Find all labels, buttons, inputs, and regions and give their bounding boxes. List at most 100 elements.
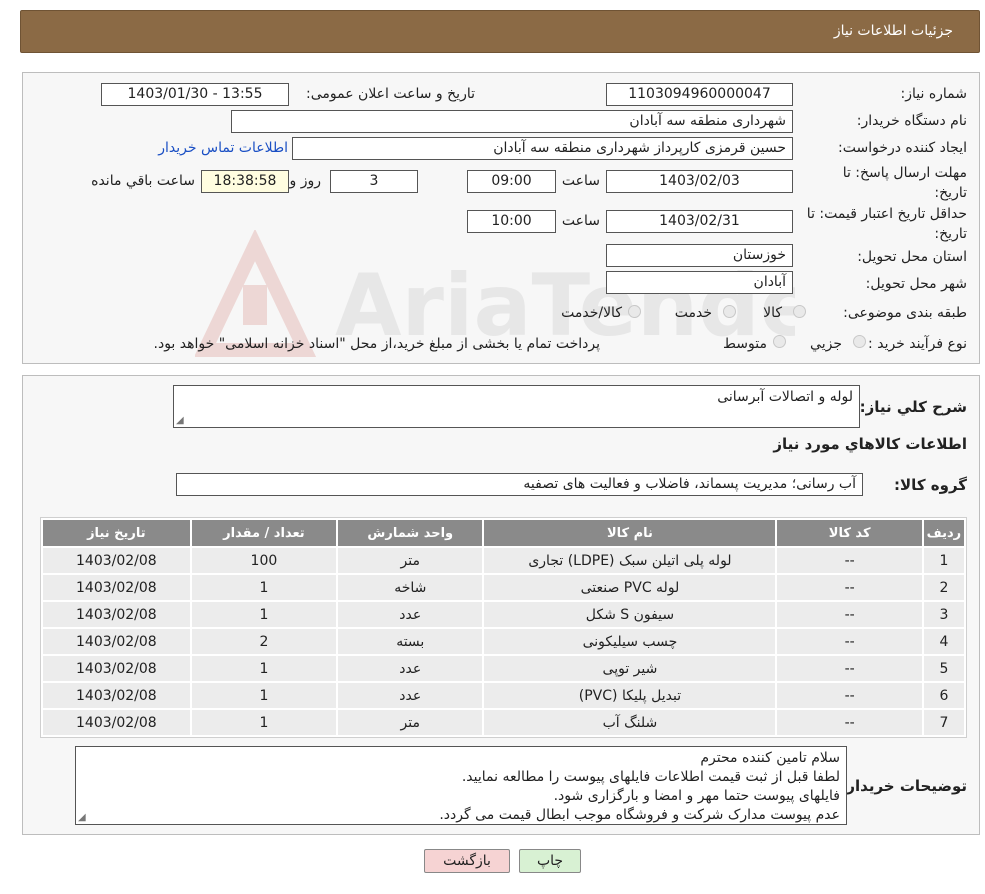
row-index: 3	[923, 602, 964, 627]
table-row: 3 -- سیفون S شکل عدد 1 1403/02/08	[43, 602, 964, 627]
item-unit: عدد	[338, 683, 483, 708]
group-label: گروه كالا:	[894, 476, 967, 494]
general-desc-textarea[interactable]: لوله و اتصالات آبرسانی ◢	[173, 385, 860, 428]
item-name: لوله پلی اتیلن سبک (LDPE) تجاری	[484, 548, 776, 573]
city-label: شهر محل تحویل:	[865, 276, 967, 292]
item-date: 1403/02/08	[43, 629, 190, 654]
item-name: لوله PVC صنعتی	[484, 575, 776, 600]
page-header: جزئیات اطلاعات نیاز	[20, 10, 980, 53]
announce-datetime-field: 1403/01/30 - 13:55	[101, 83, 289, 106]
general-desc-label: شرح كلي نياز:	[859, 398, 967, 416]
table-row: 7 -- شلنگ آب متر 1 1403/02/08	[43, 710, 964, 735]
item-unit: متر	[338, 548, 483, 573]
item-name: شلنگ آب	[484, 710, 776, 735]
item-code: --	[777, 548, 922, 573]
item-date: 1403/02/08	[43, 575, 190, 600]
process-radio-minor[interactable]	[853, 335, 866, 348]
item-code: --	[777, 575, 922, 600]
deadline-label: مهلت ارسال پاسخ: تا تاریخ:	[843, 163, 967, 203]
deadline-time-label: ساعت	[561, 173, 600, 189]
days-remaining-field: 3	[330, 170, 418, 193]
table-header-row: رديف كد كالا نام كالا واحد شمارش تعداد /…	[43, 520, 964, 546]
buyer-org-field: شهرداری منطقه سه آبادان	[231, 110, 793, 133]
buyer-notes-label: توضيحات خريدار:	[840, 777, 967, 795]
print-button[interactable]: چاپ	[519, 849, 581, 873]
item-qty: 1	[191, 656, 337, 681]
resize-grip-icon[interactable]: ◢	[176, 416, 184, 426]
item-date: 1403/02/08	[43, 602, 190, 627]
validity-label: حداقل تاریخ اعتبار قیمت: تا تاریخ:	[807, 204, 967, 244]
item-qty: 2	[191, 629, 337, 654]
item-code: --	[777, 710, 922, 735]
item-unit: عدد	[338, 602, 483, 627]
general-desc-text: لوله و اتصالات آبرسانی	[717, 389, 853, 405]
category-option-goods-service: کالا/خدمت	[561, 305, 622, 321]
item-date: 1403/02/08	[43, 656, 190, 681]
validity-date-field: 1403/02/31	[606, 210, 793, 233]
row-index: 6	[923, 683, 964, 708]
item-unit: شاخه	[338, 575, 483, 600]
days-label: روز و	[289, 173, 322, 189]
buyer-org-label: نام دستگاه خریدار:	[856, 113, 967, 129]
process-note: پرداخت تمام یا بخشی از مبلغ خرید،از محل …	[153, 336, 600, 352]
category-radio-service[interactable]	[723, 305, 736, 318]
province-label: استان محل تحویل:	[857, 249, 967, 265]
row-index: 1	[923, 548, 964, 573]
back-button[interactable]: بازگشت	[424, 849, 510, 873]
item-name: سیفون S شکل	[484, 602, 776, 627]
item-date: 1403/02/08	[43, 548, 190, 573]
validity-label-line2: تاریخ:	[934, 226, 967, 242]
buyer-notes-line: سلام تامین کننده محترم	[700, 750, 840, 766]
item-code: --	[777, 629, 922, 654]
item-date: 1403/02/08	[43, 710, 190, 735]
remaining-time-label: ساعت باقي مانده	[91, 173, 195, 189]
table-row: 1 -- لوله پلی اتیلن سبک (LDPE) تجاری متر…	[43, 548, 964, 573]
page-title: جزئیات اطلاعات نیاز	[833, 23, 953, 39]
resize-grip-icon[interactable]: ◢	[78, 813, 86, 823]
items-info-title: اطلاعات كالاهاي مورد نياز	[773, 435, 967, 453]
buyer-notes-line: فایلهای پیوست حتما مهر و امضا و بارگزاری…	[553, 788, 840, 804]
category-radio-goods-service[interactable]	[628, 305, 641, 318]
buyer-notes-textarea[interactable]: سلام تامین کننده محترم لطفا قبل از ثبت ق…	[75, 746, 847, 825]
col-date-header: تاريخ نياز	[43, 520, 190, 546]
buyer-notes-line: عدم پیوست مدارک شرکت و فروشگاه موجب ابطا…	[439, 807, 840, 823]
item-unit: بسته	[338, 629, 483, 654]
creator-label: ایجاد کننده درخواست:	[838, 140, 967, 156]
group-field: آب رسانی؛ مدیریت پسماند، فاضلاب و فعالیت…	[176, 473, 863, 496]
col-name-header: نام كالا	[484, 520, 776, 546]
deadline-label-line2: تاریخ:	[934, 185, 967, 201]
process-type-label: نوع فرآیند خرید :	[868, 336, 967, 352]
need-number-label: شماره نیاز:	[900, 86, 968, 102]
row-index: 2	[923, 575, 964, 600]
item-name: شیر توپی	[484, 656, 776, 681]
creator-field: حسین قرمزی کارپرداز شهرداری منطقه سه آبا…	[292, 137, 793, 160]
city-field: آبادان	[606, 271, 793, 294]
buyer-contact-link[interactable]: اطلاعات تماس خریدار	[158, 140, 288, 156]
validity-label-line1: حداقل تاریخ اعتبار قیمت: تا	[806, 206, 967, 222]
table-row: 6 -- تبدیل پلیکا (PVC) عدد 1 1403/02/08	[43, 683, 964, 708]
table-row: 4 -- چسب سیلیکونی بسته 2 1403/02/08	[43, 629, 964, 654]
item-qty: 1	[191, 602, 337, 627]
buyer-notes-line: لطفا قبل از ثبت قیمت اطلاعات فایلهای پیو…	[461, 769, 840, 785]
process-option-minor: جزيي	[810, 336, 842, 352]
item-qty: 100	[191, 548, 337, 573]
category-option-service: خدمت	[674, 305, 712, 321]
deadline-time-field: 09:00	[467, 170, 556, 193]
validity-time-field: 10:00	[467, 210, 556, 233]
table-row: 2 -- لوله PVC صنعتی شاخه 1 1403/02/08	[43, 575, 964, 600]
col-unit-header: واحد شمارش	[338, 520, 483, 546]
col-row-header: رديف	[923, 520, 964, 546]
deadline-date-field: 1403/02/03	[606, 170, 793, 193]
need-number-field: 1103094960000047	[606, 83, 793, 106]
item-unit: عدد	[338, 656, 483, 681]
province-field: خوزستان	[606, 244, 793, 267]
item-code: --	[777, 602, 922, 627]
row-index: 7	[923, 710, 964, 735]
process-radio-medium[interactable]	[773, 335, 786, 348]
category-label: طبقه بندی موضوعی:	[843, 305, 967, 321]
col-qty-header: تعداد / مقدار	[191, 520, 337, 546]
row-index: 4	[923, 629, 964, 654]
category-radio-goods[interactable]	[793, 305, 806, 318]
items-table: رديف كد كالا نام كالا واحد شمارش تعداد /…	[40, 517, 967, 738]
announce-label: تاریخ و ساعت اعلان عمومی:	[306, 86, 475, 102]
